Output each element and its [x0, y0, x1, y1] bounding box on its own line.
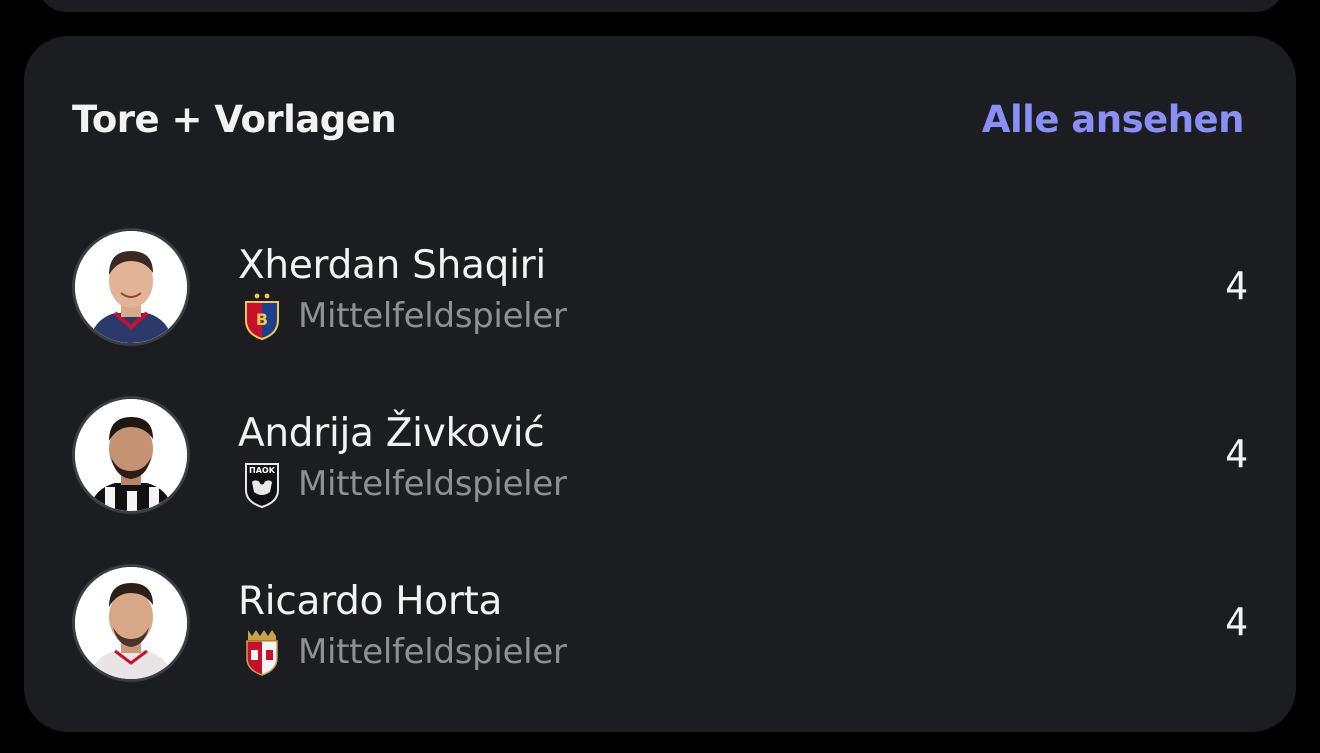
player-row[interactable]: Xherdan Shaqiri B Mittelfeldspieler 4 — [72, 228, 1252, 396]
player-subline: Mittelfeldspieler — [238, 628, 567, 676]
player-name: Xherdan Shaqiri — [238, 243, 546, 288]
see-all-link[interactable]: Alle ansehen — [982, 98, 1245, 141]
previous-card — [38, 0, 1284, 12]
player-subline: ΠΑΟΚ Mittelfeldspieler — [238, 460, 567, 508]
player-info: Ricardo Horta Mittelfeldspieler — [238, 578, 567, 676]
card-title: Tore + Vorlagen — [72, 98, 397, 141]
player-name: Ricardo Horta — [238, 579, 503, 624]
goals-assists-card: Tore + Vorlagen Alle ansehen Xherdan Sha… — [24, 36, 1296, 732]
paok-crest-icon: ΠΑΟΚ — [245, 463, 279, 508]
player-stat: 4 — [1225, 264, 1248, 308]
player-list: Xherdan Shaqiri B Mittelfeldspieler 4 An… — [72, 228, 1252, 732]
card-header: Tore + Vorlagen Alle ansehen — [72, 98, 1245, 141]
svg-text:ΠΑΟΚ: ΠΑΟΚ — [249, 466, 276, 475]
player-stat: 4 — [1225, 432, 1248, 476]
player-stat: 4 — [1225, 600, 1248, 644]
player-name: Andrija Živković — [238, 411, 545, 456]
player-position: Mittelfeldspieler — [298, 632, 567, 672]
fc-basel-crest-icon: B — [245, 293, 279, 340]
svg-text:B: B — [256, 310, 268, 329]
sc-braga-crest-icon — [246, 630, 278, 676]
player-avatar — [72, 396, 190, 514]
player-avatar — [72, 564, 190, 682]
player-info: Xherdan Shaqiri B Mittelfeldspieler — [238, 242, 567, 340]
player-avatar — [72, 228, 190, 346]
player-row[interactable]: Ricardo Horta Mittelfeldspieler 4 — [72, 564, 1252, 732]
player-position: Mittelfeldspieler — [298, 296, 567, 336]
player-row[interactable]: Andrija Živković ΠΑΟΚ Mittelfeldspieler … — [72, 396, 1252, 564]
player-info: Andrija Živković ΠΑΟΚ Mittelfeldspieler — [238, 410, 567, 508]
player-position: Mittelfeldspieler — [298, 464, 567, 504]
player-subline: B Mittelfeldspieler — [238, 292, 567, 340]
